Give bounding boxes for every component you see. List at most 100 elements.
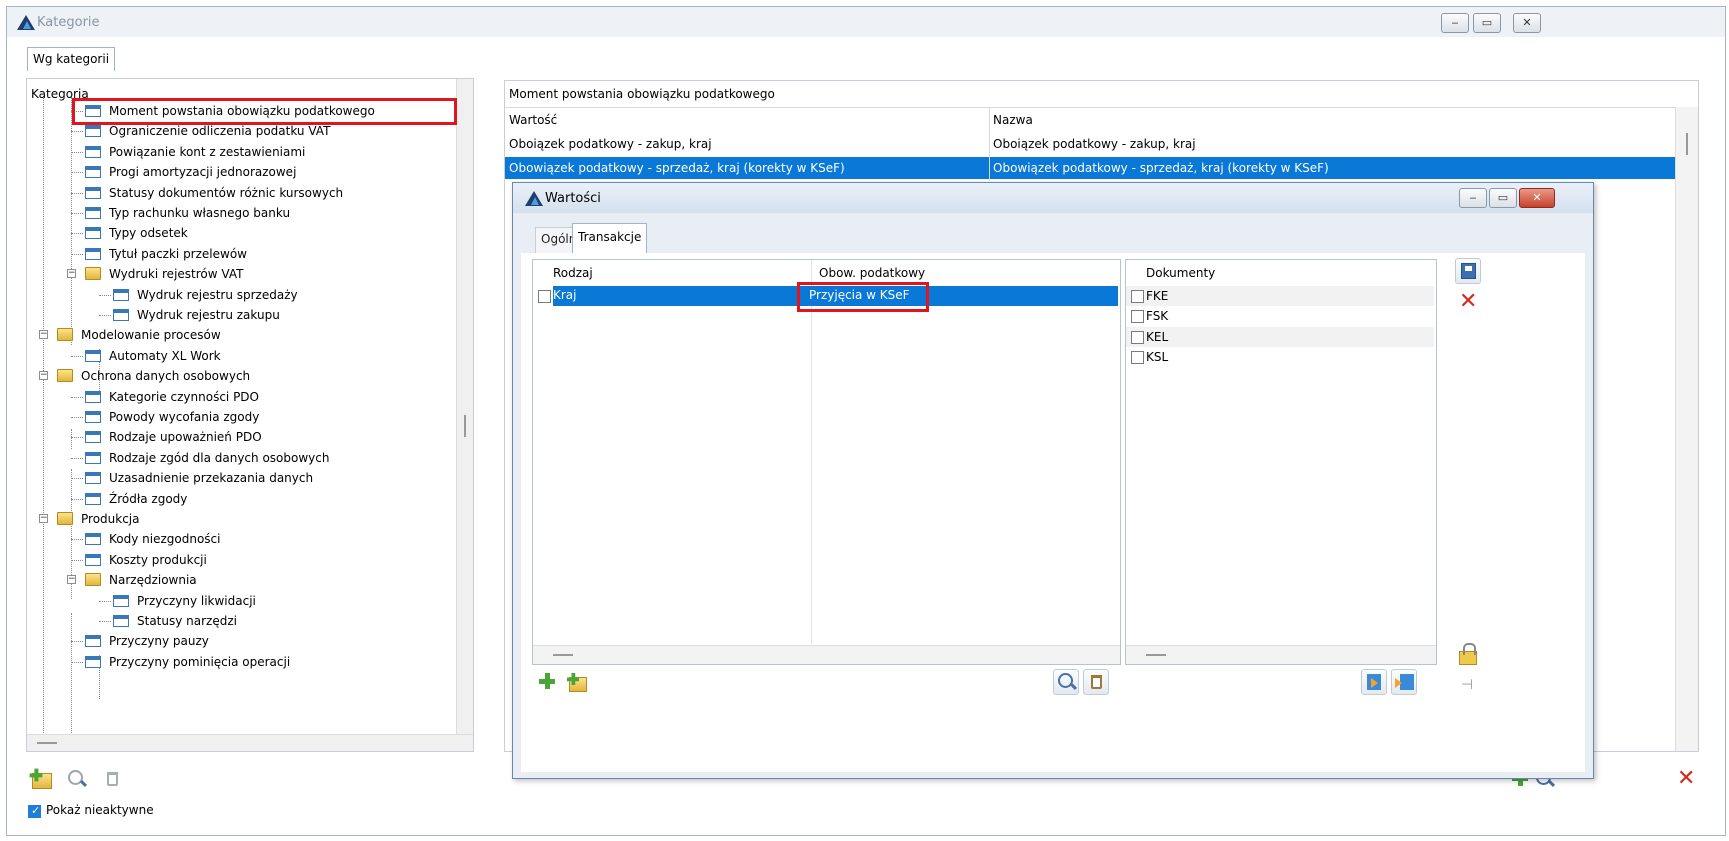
- grid-cell[interactable]: Oboiązek podatkowy - zakup, kraj: [993, 133, 1196, 155]
- search-button[interactable]: [64, 767, 90, 793]
- collapse-icon[interactable]: −: [39, 330, 48, 340]
- tree-folder[interactable]: − Wydruki rejestrów VAT: [27, 264, 447, 284]
- tree-item[interactable]: Tytuł paczki przelewów: [27, 244, 447, 264]
- tree-item-label: Produkcja: [81, 512, 140, 526]
- scroll-grip[interactable]: [464, 415, 466, 437]
- save-button[interactable]: [1455, 258, 1481, 284]
- collapse-icon[interactable]: −: [67, 269, 76, 279]
- tree-folder[interactable]: − Narzędziownia: [27, 570, 447, 590]
- row-checkbox[interactable]: [538, 290, 551, 303]
- pin-icon[interactable]: ⊣: [1461, 677, 1473, 693]
- tree-item[interactable]: Wydruk rejestru zakupu: [27, 305, 447, 325]
- column-header-name[interactable]: Nazwa: [993, 109, 1033, 131]
- tree-item[interactable]: Przyczyny likwidacji: [27, 591, 447, 611]
- add-folder-button[interactable]: [28, 767, 54, 793]
- import-button[interactable]: [1361, 669, 1387, 695]
- collapse-icon[interactable]: −: [39, 514, 48, 523]
- collapse-icon[interactable]: −: [39, 371, 48, 381]
- window-icon: [113, 309, 129, 321]
- dialog-close-button[interactable]: ✕: [1519, 188, 1555, 208]
- export-button[interactable]: [1391, 669, 1417, 695]
- category-tree[interactable]: Kategoria Moment powstania obowiązku pod…: [26, 78, 474, 752]
- document-checkbox[interactable]: [1131, 351, 1144, 365]
- tree-item[interactable]: Typy odsetek: [27, 223, 447, 243]
- close-icon[interactable]: ✕: [1677, 768, 1695, 790]
- tree-item[interactable]: Powody wycofania zgody: [27, 407, 447, 427]
- tab-by-category[interactable]: Wg kategorii: [27, 47, 116, 71]
- scroll-grip[interactable]: [553, 654, 573, 656]
- horizontal-scrollbar[interactable]: [1126, 645, 1436, 664]
- dialog-minimize-button[interactable]: ‒: [1459, 188, 1487, 208]
- column-header-value[interactable]: Wartość: [509, 109, 557, 131]
- tree-item[interactable]: Automaty XL Work: [27, 346, 447, 366]
- trash-icon: [107, 772, 118, 786]
- document-checkbox[interactable]: [1131, 330, 1144, 344]
- tree-item[interactable]: Uzasadnienie przekazania danych: [27, 468, 447, 488]
- tree-item[interactable]: Przyczyny pominięcia operacji: [27, 652, 447, 672]
- tree-item[interactable]: Koszty produkcji: [27, 550, 447, 570]
- dialog-maximize-button[interactable]: ▭: [1489, 188, 1517, 208]
- tab-transactions[interactable]: Transakcje: [572, 223, 648, 253]
- delete-button[interactable]: [1083, 669, 1109, 695]
- tree-vertical-scrollbar[interactable]: [456, 79, 473, 751]
- column-header-tax-obligation[interactable]: Obow. podatkowy: [819, 262, 925, 284]
- tree-item[interactable]: Rodzaje zgód dla danych osobowych: [27, 448, 447, 468]
- document-row[interactable]: KSL: [1126, 347, 1434, 368]
- delete-button[interactable]: [100, 767, 126, 793]
- add-from-list-button[interactable]: [563, 669, 589, 695]
- tree-item[interactable]: Przyczyny pauzy: [27, 631, 447, 651]
- tree-item[interactable]: Statusy dokumentów różnic kursowych: [27, 183, 447, 203]
- lock-button[interactable]: [1455, 641, 1481, 667]
- folder-icon: [57, 328, 73, 342]
- add-button[interactable]: [535, 669, 561, 695]
- grid-cell[interactable]: Oboiązek podatkowy - zakup, kraj: [509, 133, 712, 155]
- tree-item[interactable]: Wydruk rejestru sprzedaży: [27, 285, 447, 305]
- window-icon: [85, 655, 101, 668]
- scroll-grip[interactable]: [37, 742, 57, 744]
- tree-folder[interactable]: − Ochrona danych osobowych: [27, 366, 447, 386]
- tree-item[interactable]: Rodzaje upoważnień PDO: [27, 427, 447, 447]
- tree-item-label: Uzasadnienie przekazania danych: [109, 471, 314, 486]
- cancel-icon[interactable]: ✕: [1459, 291, 1477, 313]
- horizontal-scrollbar[interactable]: [533, 645, 1120, 664]
- highlight-frame: [72, 98, 457, 125]
- tree-item-label: Narzędziownia: [109, 573, 197, 588]
- collapse-icon[interactable]: −: [67, 575, 76, 585]
- tree-item-label: Wydruki rejestrów VAT: [109, 267, 244, 282]
- tree-connector: [71, 417, 83, 418]
- close-button[interactable]: ✕: [1513, 13, 1541, 33]
- documents-pane[interactable]: Dokumenty FKE FSK KEL KSL: [1125, 259, 1437, 665]
- show-inactive-checkbox[interactable]: ✓: [28, 804, 41, 818]
- table-row-selected[interactable]: Obowiązek podatkowy - sprzedaż, kraj (ko…: [505, 157, 1675, 179]
- folder-icon: [57, 512, 73, 525]
- tree-folder[interactable]: − Modelowanie procesów: [27, 325, 447, 345]
- tree-item-label: Statusy narzędzi: [137, 614, 237, 628]
- tree-horizontal-scrollbar[interactable]: [27, 734, 473, 751]
- tree-item[interactable]: Powiązanie kont z zestawieniami: [27, 142, 447, 162]
- column-header-documents[interactable]: Dokumenty: [1146, 262, 1215, 284]
- maximize-button[interactable]: ▭: [1473, 13, 1501, 33]
- document-row[interactable]: KEL: [1126, 326, 1434, 347]
- tree-item[interactable]: Statusy narzędzi: [27, 611, 447, 631]
- minimize-button[interactable]: ‒: [1441, 13, 1469, 33]
- tree-item[interactable]: Typ rachunku własnego banku: [27, 203, 447, 223]
- scroll-grip[interactable]: [1146, 654, 1166, 656]
- document-row[interactable]: FSK: [1126, 306, 1434, 327]
- tree-item-label: Statusy dokumentów różnic kursowych: [109, 185, 344, 200]
- app-logo-icon: [17, 15, 35, 30]
- window-icon: [85, 451, 101, 464]
- document-checkbox[interactable]: [1131, 290, 1144, 303]
- transactions-pane[interactable]: Rodzaj Obow. podatkowy Kraj Przyjęcia w …: [532, 259, 1121, 665]
- document-checkbox[interactable]: [1131, 310, 1144, 324]
- tree-item[interactable]: Kody niezgodności: [27, 529, 447, 549]
- column-header-type[interactable]: Rodzaj: [553, 262, 593, 284]
- tree-item[interactable]: Źródła zgody: [27, 489, 447, 509]
- tree-item[interactable]: Kategorie czynności PDO: [27, 387, 447, 407]
- plus-icon: [567, 673, 579, 685]
- scroll-grip[interactable]: [1686, 133, 1688, 155]
- tree-item[interactable]: Progi amortyzacji jednorazowej: [27, 162, 447, 182]
- search-button[interactable]: [1053, 669, 1079, 695]
- grid-vertical-scrollbar[interactable]: [1675, 107, 1698, 751]
- document-row[interactable]: FKE: [1126, 286, 1434, 306]
- tree-folder[interactable]: − Produkcja: [27, 509, 447, 529]
